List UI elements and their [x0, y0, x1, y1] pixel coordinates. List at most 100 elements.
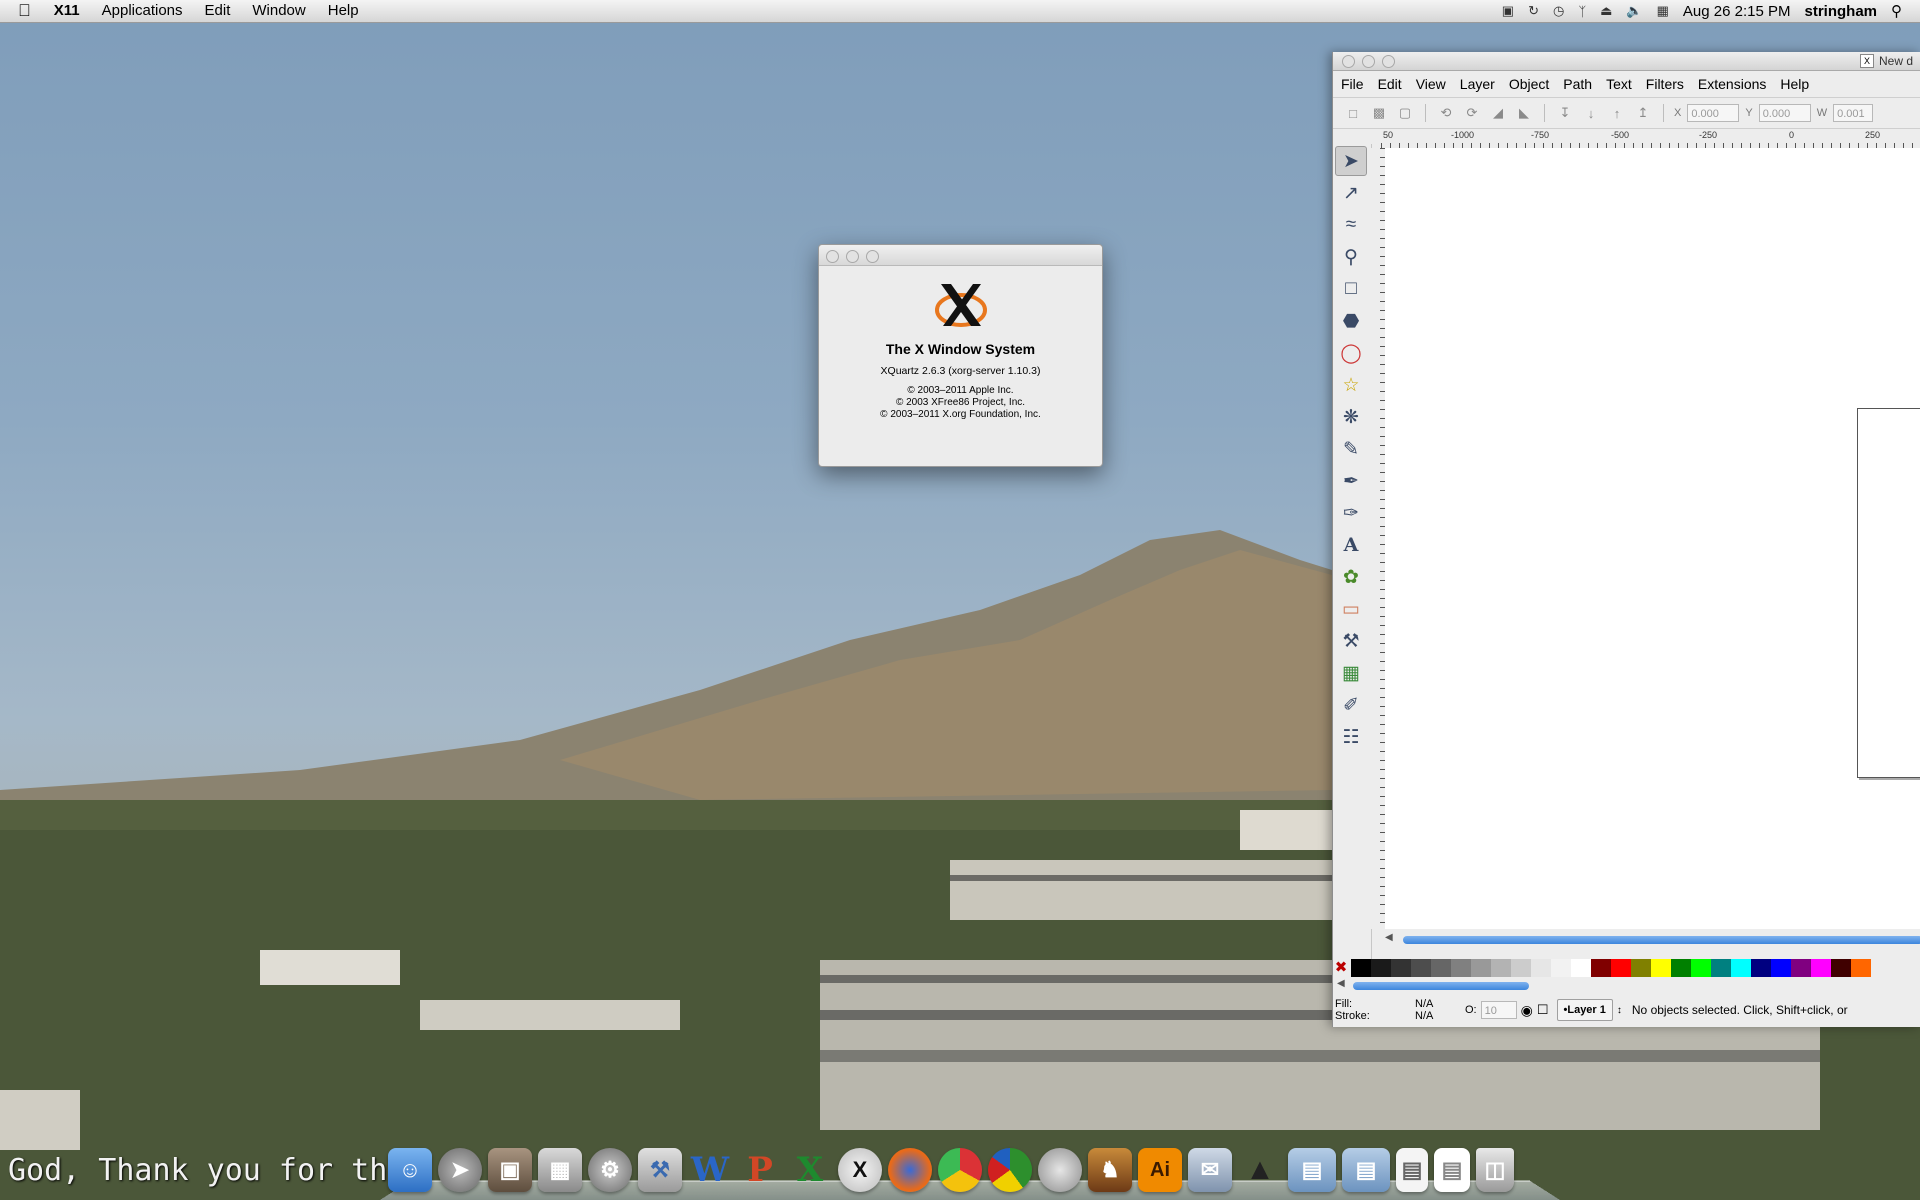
drawing-canvas[interactable]	[1385, 148, 1920, 929]
node-tool-icon[interactable]: ↗	[1335, 178, 1367, 208]
box-3d-tool-icon[interactable]: ⬣	[1335, 306, 1367, 336]
tweak-tool-icon[interactable]: ≈	[1335, 210, 1367, 240]
firefox-icon[interactable]	[888, 1148, 932, 1192]
raise-to-top-icon[interactable]: ↥	[1633, 104, 1653, 122]
color-swatch[interactable]	[1611, 959, 1631, 977]
documents-folder-icon[interactable]: ▤	[1342, 1148, 1390, 1192]
color-swatch[interactable]	[1551, 959, 1571, 977]
menubar-user[interactable]: stringham	[1804, 3, 1877, 20]
color-swatch[interactable]	[1451, 959, 1471, 977]
spray-tool-icon[interactable]: ✿	[1335, 562, 1367, 592]
close-button[interactable]	[826, 250, 839, 263]
star-tool-icon[interactable]: ☆	[1335, 370, 1367, 400]
flip-vertical-icon[interactable]: ◣	[1514, 104, 1534, 122]
status-menu-icon[interactable]: ▣	[1502, 3, 1514, 19]
palette-scrollbar[interactable]: ◀	[1333, 978, 1920, 992]
menu-path[interactable]: Path	[1563, 76, 1592, 92]
time-machine-icon[interactable]: ◷	[1553, 3, 1564, 19]
image-capture-icon[interactable]: ▣	[488, 1148, 532, 1192]
color-swatch[interactable]	[1771, 959, 1791, 977]
apple-menu-icon[interactable]: 	[0, 0, 43, 22]
menu-window[interactable]: Window	[241, 0, 316, 22]
horizontal-scrollbar[interactable]: ◀	[1381, 932, 1920, 946]
select-all-icon[interactable]: □	[1343, 104, 1363, 122]
dropper-tool-icon[interactable]: ✐	[1335, 690, 1367, 720]
color-swatch[interactable]	[1791, 959, 1811, 977]
inkscape-mascot-icon[interactable]: ♞	[1088, 1148, 1132, 1192]
connector-tool-icon[interactable]: ☷	[1335, 722, 1367, 752]
rotate-ccw-icon[interactable]: ⟲	[1436, 104, 1456, 122]
inkscape-icon[interactable]: ▲	[1238, 1148, 1282, 1192]
y-field[interactable]: 0.000	[1758, 104, 1811, 122]
scroll-left-icon[interactable]: ◀	[1337, 978, 1345, 989]
raise-icon[interactable]: ↑	[1607, 104, 1627, 122]
color-swatch[interactable]	[1371, 959, 1391, 977]
menu-extensions[interactable]: Extensions	[1698, 76, 1766, 92]
scroll-thumb[interactable]	[1353, 982, 1529, 990]
launchpad-icon[interactable]: ➤	[438, 1148, 482, 1192]
document-icon[interactable]: ▤	[1434, 1148, 1470, 1192]
menu-text[interactable]: Text	[1606, 76, 1632, 92]
trash-icon[interactable]: ◫	[1476, 1148, 1514, 1192]
eraser-tool-icon[interactable]: ▭	[1335, 594, 1367, 624]
system-preferences-icon[interactable]: ⚙	[588, 1148, 632, 1192]
pencil-tool-icon[interactable]: ✎	[1335, 434, 1367, 464]
menu-file[interactable]: File	[1341, 76, 1364, 92]
color-swatch[interactable]	[1631, 959, 1651, 977]
menu-layer[interactable]: Layer	[1460, 76, 1495, 92]
color-swatch[interactable]	[1511, 959, 1531, 977]
color-swatch[interactable]	[1491, 959, 1511, 977]
color-swatch[interactable]	[1731, 959, 1751, 977]
chrome-icon[interactable]	[938, 1148, 982, 1192]
color-swatch[interactable]	[1651, 959, 1671, 977]
illustrator-icon[interactable]: Ai	[1138, 1148, 1182, 1192]
sync-icon[interactable]: ↻	[1528, 3, 1539, 19]
x-field[interactable]: 0.000	[1687, 104, 1740, 122]
preview-icon[interactable]: ▦	[538, 1148, 582, 1192]
spotlight-icon[interactable]: ⚲	[1891, 2, 1902, 20]
gradient-tool-icon[interactable]: ▦	[1335, 658, 1367, 688]
finder-icon[interactable]: ☺	[388, 1148, 432, 1192]
deselect-icon[interactable]: ▢	[1395, 104, 1415, 122]
menu-view[interactable]: View	[1416, 76, 1446, 92]
menubar-clock[interactable]: Aug 26 2:15 PM	[1683, 3, 1791, 20]
color-swatch[interactable]	[1811, 959, 1831, 977]
rectangle-tool-icon[interactable]: □	[1335, 274, 1367, 304]
minimize-button[interactable]	[846, 250, 859, 263]
color-swatch[interactable]	[1831, 959, 1851, 977]
inkscape-titlebar[interactable]: X New d	[1333, 52, 1920, 71]
input-menu-icon[interactable]: ▦	[1657, 3, 1669, 19]
rotate-cw-icon[interactable]: ⟳	[1462, 104, 1482, 122]
ellipse-tool-icon[interactable]: ◯	[1335, 338, 1367, 368]
scroll-left-icon[interactable]: ◀	[1385, 932, 1393, 943]
minimize-button[interactable]	[1362, 55, 1375, 68]
chevron-updown-icon[interactable]: ↕	[1617, 1005, 1622, 1016]
zoom-tool-icon[interactable]: ⚲	[1335, 242, 1367, 272]
lower-icon[interactable]: ↓	[1581, 104, 1601, 122]
menu-help[interactable]: Help	[317, 0, 370, 22]
fill-stroke-indicator[interactable]: Fill: N/A Stroke: N/A	[1333, 998, 1465, 1022]
zoom-button[interactable]	[1382, 55, 1395, 68]
volume-icon[interactable]: 🔈	[1626, 3, 1642, 19]
lower-to-bottom-icon[interactable]: ↧	[1555, 104, 1575, 122]
menu-filters[interactable]: Filters	[1646, 76, 1684, 92]
menu-edit[interactable]: Edit	[1378, 76, 1402, 92]
color-swatch[interactable]	[1691, 959, 1711, 977]
utility-icon[interactable]: ⚒	[638, 1148, 682, 1192]
text-tool-icon[interactable]: A	[1335, 530, 1367, 560]
no-paint-icon[interactable]: ✖	[1333, 960, 1349, 976]
color-swatch[interactable]	[1351, 959, 1371, 977]
paint-bucket-tool-icon[interactable]: ⚒	[1335, 626, 1367, 656]
color-swatch[interactable]	[1411, 959, 1431, 977]
color-swatch[interactable]	[1751, 959, 1771, 977]
layer-selector[interactable]: •Layer 1	[1556, 999, 1613, 1021]
color-swatch[interactable]	[1391, 959, 1411, 977]
excel-icon[interactable]: X	[788, 1148, 832, 1192]
color-swatch[interactable]	[1571, 959, 1591, 977]
pen-tool-icon[interactable]: ✒	[1335, 466, 1367, 496]
menu-edit[interactable]: Edit	[194, 0, 242, 22]
selector-tool-icon[interactable]: ➤	[1335, 146, 1367, 176]
menu-app-x11[interactable]: X11	[43, 0, 91, 22]
zoom-button[interactable]	[866, 250, 879, 263]
menu-help[interactable]: Help	[1780, 76, 1809, 92]
